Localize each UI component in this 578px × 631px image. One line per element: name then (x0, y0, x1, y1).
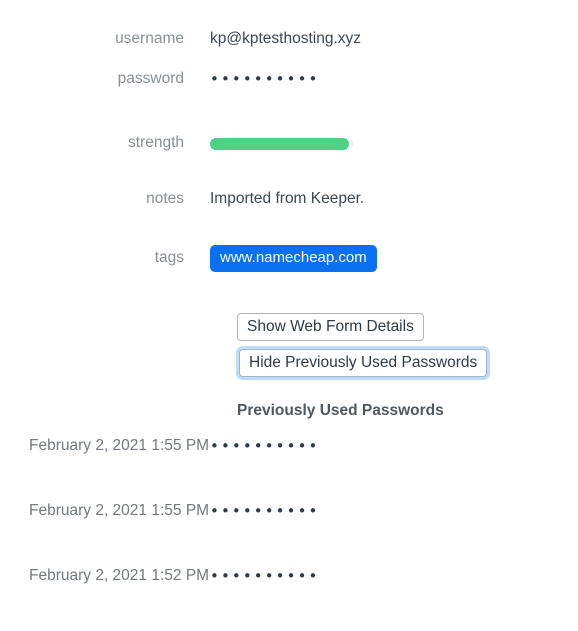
history-row: February 2, 2021 1:55 PM •••••••••• (0, 501, 578, 566)
field-row-tags: tags www.namecheap.com (0, 245, 578, 272)
notes-label: notes (146, 190, 184, 207)
strength-meter (210, 134, 360, 152)
hide-previously-used-passwords-button[interactable]: Hide Previously Used Passwords (239, 349, 488, 377)
history-row-date: February 2, 2021 1:55 PM (29, 437, 210, 454)
username-value[interactable]: kp@kptesthosting.xyz (210, 29, 578, 49)
password-label: password (117, 70, 184, 87)
tag-chip-namecheap[interactable]: www.namecheap.com (210, 245, 377, 272)
history-row: February 2, 2021 1:52 PM •••••••••• (0, 566, 578, 631)
password-detail-panel: username kp@kptesthosting.xyz password •… (0, 0, 578, 621)
tags-label: tags (154, 249, 184, 266)
tags-value: www.namecheap.com (210, 245, 578, 272)
history-row-password-masked[interactable]: •••••••••• (210, 436, 578, 456)
field-row-password: password •••••••••• (0, 69, 578, 89)
history-row-password-masked[interactable]: •••••••••• (210, 501, 578, 521)
field-row-username: username kp@kptesthosting.xyz (0, 29, 578, 49)
field-row-strength: strength (0, 134, 578, 152)
previously-used-passwords-list: February 2, 2021 1:55 PM •••••••••• Febr… (0, 436, 578, 631)
previously-used-passwords-heading: Previously Used Passwords (237, 402, 444, 419)
field-row-notes: notes Imported from Keeper. (0, 189, 578, 209)
strength-value (210, 134, 578, 152)
notes-value[interactable]: Imported from Keeper. (210, 189, 578, 209)
strength-meter-fill (210, 138, 349, 150)
show-web-form-details-button[interactable]: Show Web Form Details (237, 313, 424, 341)
action-button-group: Show Web Form Details Hide Previously Us… (237, 313, 488, 377)
history-row-password-masked[interactable]: •••••••••• (210, 566, 578, 586)
history-row: February 2, 2021 1:55 PM •••••••••• (0, 436, 578, 501)
history-row-date: February 2, 2021 1:55 PM (29, 502, 210, 519)
strength-label: strength (127, 134, 184, 151)
password-value-masked[interactable]: •••••••••• (210, 69, 578, 89)
username-label: username (115, 30, 184, 47)
history-row-date: February 2, 2021 1:52 PM (29, 567, 210, 584)
